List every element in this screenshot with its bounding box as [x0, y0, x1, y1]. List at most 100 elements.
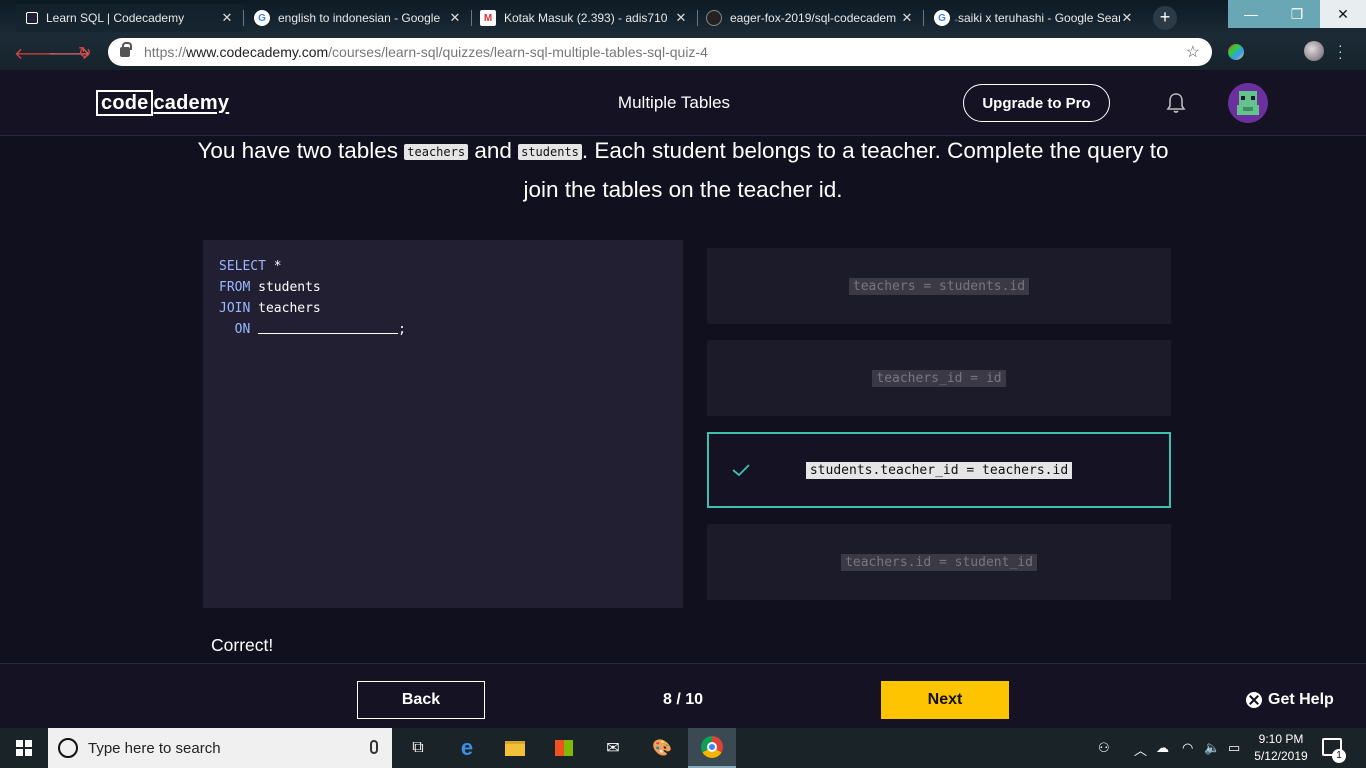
sql-text: *	[265, 259, 282, 274]
system-clock[interactable]: 9:10 PM 5/12/2019	[1246, 731, 1316, 765]
clock-time: 9:10 PM	[1258, 732, 1304, 746]
answer-option-text: students.teacher_id = teachers.id	[805, 461, 1073, 479]
user-avatar[interactable]	[1228, 83, 1268, 123]
sql-keyword: ON	[219, 322, 251, 337]
close-tab-icon[interactable]: ✕	[1120, 10, 1134, 26]
paint-icon[interactable]: 🎨	[638, 728, 686, 768]
progress-indicator: 8 / 10	[662, 691, 704, 708]
store-icon[interactable]	[540, 728, 588, 768]
people-icon[interactable]: ⚇	[1098, 740, 1110, 756]
answer-option[interactable]: teachers = students.id	[707, 248, 1171, 324]
codecademy-logo[interactable]: code cademy	[96, 90, 229, 116]
google-icon: G	[254, 10, 270, 26]
question-part: You have two tables	[197, 138, 405, 163]
tab-title: english to indonesian - Google	[278, 11, 441, 25]
help-icon	[1246, 692, 1262, 708]
sql-text: students	[250, 280, 321, 295]
wifi-icon[interactable]: ◠	[1182, 740, 1193, 756]
get-help-button[interactable]: Get Help	[1246, 691, 1334, 709]
maximize-button[interactable]: ❐	[1274, 0, 1320, 28]
feedback-message: Correct!	[211, 635, 274, 655]
lock-icon	[120, 42, 132, 57]
browser-tab-bar: Learn SQL | Codecademy ✕ G english to in…	[0, 0, 1366, 34]
profile-avatar[interactable]	[1304, 41, 1324, 61]
chevron-up-icon[interactable]: ︿	[1134, 740, 1147, 759]
gmail-icon: M	[480, 10, 496, 26]
volume-icon[interactable]: 🔈	[1204, 740, 1220, 756]
close-window-button[interactable]: ✕	[1320, 0, 1366, 28]
microphone-icon[interactable]	[370, 740, 378, 754]
notification-count: 1	[1332, 749, 1346, 763]
windows-icon	[16, 740, 32, 756]
answer-option-text: teachers = students.id	[848, 277, 1030, 295]
tab-title: Learn SQL | Codecademy	[46, 11, 185, 25]
answer-option-selected[interactable]: students.teacher_id = teachers.id	[707, 432, 1171, 508]
answer-option-text: teachers.id = student_id	[841, 553, 1037, 571]
code-panel: SELECT * FROM students JOIN teachers ON …	[203, 240, 683, 608]
tab-title: Kotak Masuk (2.393) - adis710	[504, 11, 668, 25]
extension-icon[interactable]	[1228, 44, 1244, 60]
browser-tab[interactable]: eager-fox-2019/sql-codecadem ✕	[696, 4, 924, 32]
new-tab-button[interactable]: +	[1153, 6, 1177, 30]
table-name-code: teachers	[404, 144, 469, 160]
browser-toolbar: 🡐 🡒 ↻ https://www.codecademy.com/courses…	[0, 34, 1366, 70]
address-bar[interactable]: https://www.codecademy.com/courses/learn…	[108, 38, 1212, 66]
search-placeholder: Type here to search	[88, 739, 221, 757]
onedrive-icon[interactable]: ☁	[1156, 740, 1169, 756]
browser-menu-icon[interactable]: · · ·	[1338, 38, 1343, 64]
checkmark-icon	[732, 464, 750, 477]
next-button[interactable]: Next	[881, 681, 1009, 719]
answer-blank	[258, 322, 399, 334]
chrome-icon[interactable]	[688, 728, 736, 768]
browser-tab[interactable]: G english to indonesian - Google ✕	[244, 4, 472, 32]
close-tab-icon[interactable]: ✕	[674, 10, 688, 26]
logo-code: code	[96, 90, 154, 116]
code-line: ON ;	[219, 319, 667, 340]
battery-icon[interactable]: ▭	[1228, 740, 1240, 756]
clock-date: 5/12/2019	[1254, 749, 1308, 763]
quiz-footer: Back 8 / 10 Next Get Help	[0, 663, 1366, 728]
answer-option[interactable]: teachers_id = id	[707, 340, 1171, 416]
taskbar-search[interactable]: Type here to search	[48, 728, 392, 768]
sql-keyword: SELECT	[219, 259, 266, 274]
cortana-icon	[58, 738, 78, 758]
close-tab-icon[interactable]: ✕	[900, 10, 914, 26]
url-text[interactable]: https://www.codecademy.com/courses/learn…	[144, 44, 1186, 60]
edge-icon[interactable]: e	[443, 728, 491, 768]
start-button[interactable]	[0, 728, 48, 768]
github-icon	[706, 10, 722, 26]
code-line: FROM students	[219, 277, 667, 298]
upgrade-to-pro-button[interactable]: Upgrade to Pro	[963, 84, 1110, 122]
back-button[interactable]: Back	[357, 681, 485, 719]
code-line: SELECT *	[219, 256, 667, 277]
browser-tab[interactable]: G saiki x teruhashi - Google Sear ✕	[924, 4, 1144, 32]
url-scheme: https://	[144, 44, 187, 60]
bell-icon[interactable]	[1166, 92, 1186, 114]
url-path: /courses/learn-sql/quizzes/learn-sql-mul…	[328, 44, 708, 60]
browser-tab[interactable]: M Kotak Masuk (2.393) - adis710 ✕	[470, 4, 698, 32]
browser-tab[interactable]: Learn SQL | Codecademy ✕	[16, 4, 244, 32]
answer-option[interactable]: teachers.id = student_id	[707, 524, 1171, 600]
mail-icon[interactable]: ✉	[589, 728, 637, 768]
close-tab-icon[interactable]: ✕	[220, 10, 234, 26]
sql-keyword: FROM	[219, 280, 251, 295]
code-line: JOIN teachers	[219, 298, 667, 319]
answer-option-text: teachers_id = id	[872, 369, 1006, 387]
question-part: and	[468, 138, 519, 163]
codecademy-icon	[26, 12, 38, 24]
file-explorer-icon[interactable]	[491, 728, 539, 768]
table-name-code: students	[518, 144, 582, 160]
windows-taskbar: Type here to search ⧉ e ✉ 🎨 ⚇ ︿ ☁ ◠ 🔈 ▭ …	[0, 728, 1366, 768]
close-tab-icon[interactable]: ✕	[448, 10, 462, 26]
reload-icon[interactable]: ↻	[78, 43, 91, 63]
question-text: You have two tables teachers and student…	[183, 132, 1183, 209]
minimize-button[interactable]: —	[1228, 0, 1274, 28]
logo-cademy: cademy	[153, 91, 230, 114]
task-view-icon[interactable]: ⧉	[394, 728, 442, 768]
sql-keyword: JOIN	[219, 301, 251, 316]
url-host: www.codecademy.com	[186, 44, 329, 60]
sql-text: teachers	[250, 301, 321, 316]
sql-text: ;	[398, 322, 406, 337]
bookmark-star-icon[interactable]: ☆	[1186, 42, 1200, 62]
